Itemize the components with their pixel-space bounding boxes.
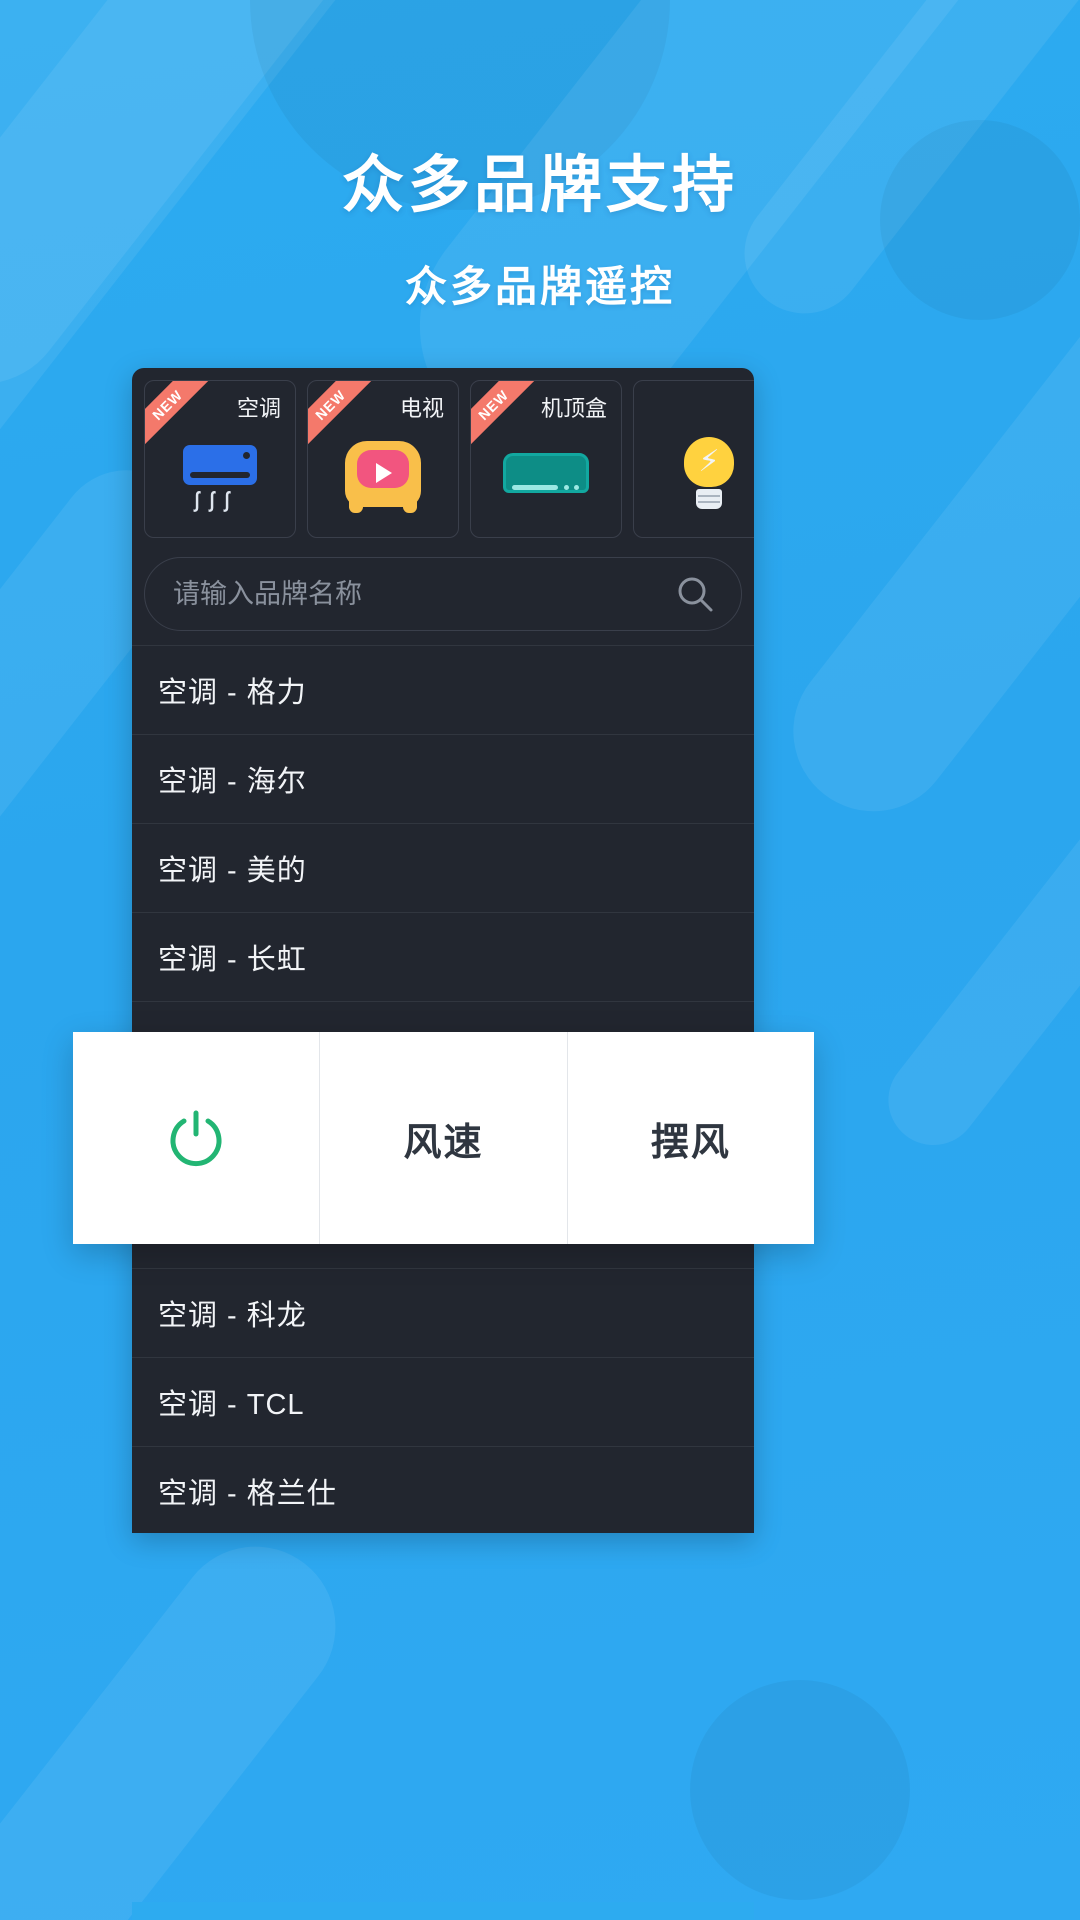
list-item[interactable]: 空调 - TCL	[132, 1357, 754, 1446]
background-blob	[690, 1680, 910, 1900]
hero-heading-group: 众多品牌支持 众多品牌遥控	[0, 150, 1080, 314]
list-item[interactable]: 空调 - 美的	[132, 823, 754, 912]
background-blob	[0, 1514, 368, 1920]
device-card-label: 机顶盒	[540, 396, 607, 421]
device-card-label: 空调	[236, 396, 281, 421]
panel-bottom-accent	[132, 1902, 754, 1920]
light-bulb-icon: ⚡	[634, 433, 754, 519]
set-top-box-icon	[471, 433, 621, 519]
air-conditioner-icon: ∫ ∫ ∫	[145, 433, 295, 519]
list-item[interactable]: 空调 - 格力	[132, 645, 754, 734]
fan-speed-button[interactable]: 风速	[320, 1032, 568, 1244]
app-root: 众多品牌支持 众多品牌遥控 NEW 空调 ∫ ∫ ∫ NEW 电视 NEW 机顶…	[0, 0, 1080, 1920]
background-blob	[870, 776, 1080, 1164]
background-blob	[761, 256, 1080, 844]
television-icon	[308, 433, 458, 519]
power-icon	[165, 1107, 227, 1169]
list-item[interactable]: 空调 - 长虹	[132, 912, 754, 1001]
search-icon[interactable]	[675, 574, 715, 614]
device-card-television[interactable]: NEW 电视	[307, 380, 459, 538]
page-subtitle: 众多品牌遥控	[404, 263, 675, 311]
power-button[interactable]	[73, 1032, 321, 1244]
list-item[interactable]: 空调 - 海尔	[132, 734, 754, 823]
search-input[interactable]	[173, 578, 675, 610]
device-card-label: 电视	[399, 396, 444, 421]
device-card-set-top-box[interactable]: NEW 机顶盒	[470, 380, 622, 538]
search-box[interactable]	[144, 557, 742, 631]
swing-button[interactable]: 摆风	[568, 1032, 814, 1244]
device-card-air-conditioner[interactable]: NEW 空调 ∫ ∫ ∫	[144, 380, 296, 538]
list-item[interactable]: 空调 - 格兰仕	[132, 1446, 754, 1533]
app-panel: NEW 空调 ∫ ∫ ∫ NEW 电视 NEW 机顶盒 ⚡ 请输入品牌名称 空调…	[132, 368, 754, 1533]
device-card-strip: NEW 空调 ∫ ∫ ∫ NEW 电视 NEW 机顶盒 ⚡	[132, 368, 754, 543]
device-card-light[interactable]: ⚡	[633, 380, 754, 538]
page-title: 众多品牌支持	[341, 151, 738, 220]
search-section	[132, 543, 754, 631]
list-item[interactable]: 空调 - 科龙	[132, 1268, 754, 1357]
remote-control-overlay: 风速 摆风	[73, 1032, 814, 1244]
